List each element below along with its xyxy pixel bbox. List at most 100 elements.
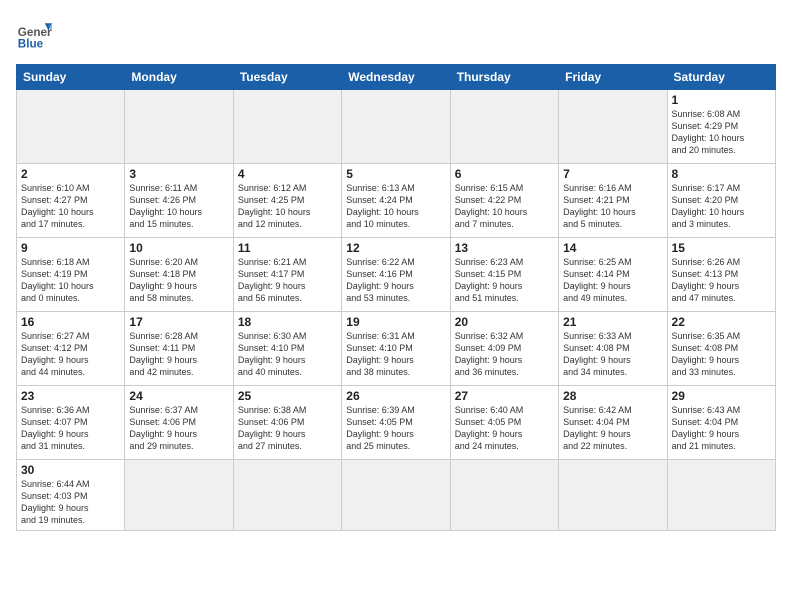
calendar-cell	[559, 90, 667, 164]
day-number: 10	[129, 241, 228, 255]
svg-text:Blue: Blue	[18, 38, 44, 51]
day-info: Sunrise: 6:27 AM Sunset: 4:12 PM Dayligh…	[21, 330, 120, 379]
day-number: 11	[238, 241, 337, 255]
day-info: Sunrise: 6:30 AM Sunset: 4:10 PM Dayligh…	[238, 330, 337, 379]
day-number: 18	[238, 315, 337, 329]
calendar-table: SundayMondayTuesdayWednesdayThursdayFrid…	[16, 64, 776, 531]
calendar-cell: 20Sunrise: 6:32 AM Sunset: 4:09 PM Dayli…	[450, 312, 558, 386]
calendar-cell	[17, 90, 125, 164]
logo: General Blue	[16, 16, 56, 52]
calendar-cell: 11Sunrise: 6:21 AM Sunset: 4:17 PM Dayli…	[233, 238, 341, 312]
day-info: Sunrise: 6:42 AM Sunset: 4:04 PM Dayligh…	[563, 404, 662, 453]
calendar-week-6: 30Sunrise: 6:44 AM Sunset: 4:03 PM Dayli…	[17, 460, 776, 531]
calendar-header-sunday: Sunday	[17, 65, 125, 90]
calendar-week-2: 2Sunrise: 6:10 AM Sunset: 4:27 PM Daylig…	[17, 164, 776, 238]
day-number: 7	[563, 167, 662, 181]
day-number: 16	[21, 315, 120, 329]
day-info: Sunrise: 6:12 AM Sunset: 4:25 PM Dayligh…	[238, 182, 337, 231]
page-container: General Blue SundayMondayTuesdayWednesda…	[0, 0, 792, 539]
calendar-cell	[559, 460, 667, 531]
calendar-cell	[125, 460, 233, 531]
day-number: 13	[455, 241, 554, 255]
calendar-week-1: 1Sunrise: 6:08 AM Sunset: 4:29 PM Daylig…	[17, 90, 776, 164]
calendar-header-monday: Monday	[125, 65, 233, 90]
day-number: 12	[346, 241, 445, 255]
calendar-cell: 18Sunrise: 6:30 AM Sunset: 4:10 PM Dayli…	[233, 312, 341, 386]
day-info: Sunrise: 6:25 AM Sunset: 4:14 PM Dayligh…	[563, 256, 662, 305]
day-number: 9	[21, 241, 120, 255]
calendar-cell: 19Sunrise: 6:31 AM Sunset: 4:10 PM Dayli…	[342, 312, 450, 386]
calendar-cell: 7Sunrise: 6:16 AM Sunset: 4:21 PM Daylig…	[559, 164, 667, 238]
day-number: 17	[129, 315, 228, 329]
day-number: 28	[563, 389, 662, 403]
day-info: Sunrise: 6:31 AM Sunset: 4:10 PM Dayligh…	[346, 330, 445, 379]
day-number: 19	[346, 315, 445, 329]
day-number: 29	[672, 389, 771, 403]
calendar-header-wednesday: Wednesday	[342, 65, 450, 90]
day-info: Sunrise: 6:43 AM Sunset: 4:04 PM Dayligh…	[672, 404, 771, 453]
day-info: Sunrise: 6:38 AM Sunset: 4:06 PM Dayligh…	[238, 404, 337, 453]
calendar-header-saturday: Saturday	[667, 65, 775, 90]
day-info: Sunrise: 6:26 AM Sunset: 4:13 PM Dayligh…	[672, 256, 771, 305]
calendar-week-4: 16Sunrise: 6:27 AM Sunset: 4:12 PM Dayli…	[17, 312, 776, 386]
calendar-cell: 6Sunrise: 6:15 AM Sunset: 4:22 PM Daylig…	[450, 164, 558, 238]
calendar-cell: 8Sunrise: 6:17 AM Sunset: 4:20 PM Daylig…	[667, 164, 775, 238]
day-info: Sunrise: 6:32 AM Sunset: 4:09 PM Dayligh…	[455, 330, 554, 379]
calendar-cell	[342, 90, 450, 164]
calendar-cell: 17Sunrise: 6:28 AM Sunset: 4:11 PM Dayli…	[125, 312, 233, 386]
calendar-header-thursday: Thursday	[450, 65, 558, 90]
calendar-cell: 9Sunrise: 6:18 AM Sunset: 4:19 PM Daylig…	[17, 238, 125, 312]
calendar-cell	[233, 460, 341, 531]
day-info: Sunrise: 6:20 AM Sunset: 4:18 PM Dayligh…	[129, 256, 228, 305]
day-info: Sunrise: 6:35 AM Sunset: 4:08 PM Dayligh…	[672, 330, 771, 379]
day-number: 22	[672, 315, 771, 329]
day-info: Sunrise: 6:44 AM Sunset: 4:03 PM Dayligh…	[21, 478, 120, 527]
day-info: Sunrise: 6:23 AM Sunset: 4:15 PM Dayligh…	[455, 256, 554, 305]
day-number: 1	[672, 93, 771, 107]
calendar-cell	[125, 90, 233, 164]
calendar-cell: 15Sunrise: 6:26 AM Sunset: 4:13 PM Dayli…	[667, 238, 775, 312]
day-number: 2	[21, 167, 120, 181]
calendar-cell: 1Sunrise: 6:08 AM Sunset: 4:29 PM Daylig…	[667, 90, 775, 164]
calendar-cell: 12Sunrise: 6:22 AM Sunset: 4:16 PM Dayli…	[342, 238, 450, 312]
calendar-cell	[667, 460, 775, 531]
calendar-cell: 16Sunrise: 6:27 AM Sunset: 4:12 PM Dayli…	[17, 312, 125, 386]
day-number: 3	[129, 167, 228, 181]
day-number: 27	[455, 389, 554, 403]
calendar-cell: 10Sunrise: 6:20 AM Sunset: 4:18 PM Dayli…	[125, 238, 233, 312]
day-number: 5	[346, 167, 445, 181]
day-number: 4	[238, 167, 337, 181]
day-number: 23	[21, 389, 120, 403]
day-info: Sunrise: 6:22 AM Sunset: 4:16 PM Dayligh…	[346, 256, 445, 305]
calendar-cell	[450, 90, 558, 164]
calendar-cell: 4Sunrise: 6:12 AM Sunset: 4:25 PM Daylig…	[233, 164, 341, 238]
calendar-cell: 24Sunrise: 6:37 AM Sunset: 4:06 PM Dayli…	[125, 386, 233, 460]
calendar-header-row: SundayMondayTuesdayWednesdayThursdayFrid…	[17, 65, 776, 90]
calendar-cell: 13Sunrise: 6:23 AM Sunset: 4:15 PM Dayli…	[450, 238, 558, 312]
calendar-cell: 25Sunrise: 6:38 AM Sunset: 4:06 PM Dayli…	[233, 386, 341, 460]
day-info: Sunrise: 6:40 AM Sunset: 4:05 PM Dayligh…	[455, 404, 554, 453]
calendar-cell: 5Sunrise: 6:13 AM Sunset: 4:24 PM Daylig…	[342, 164, 450, 238]
logo-icon: General Blue	[16, 16, 52, 52]
day-info: Sunrise: 6:36 AM Sunset: 4:07 PM Dayligh…	[21, 404, 120, 453]
day-info: Sunrise: 6:17 AM Sunset: 4:20 PM Dayligh…	[672, 182, 771, 231]
calendar-cell: 21Sunrise: 6:33 AM Sunset: 4:08 PM Dayli…	[559, 312, 667, 386]
calendar-cell: 3Sunrise: 6:11 AM Sunset: 4:26 PM Daylig…	[125, 164, 233, 238]
day-info: Sunrise: 6:16 AM Sunset: 4:21 PM Dayligh…	[563, 182, 662, 231]
calendar-cell	[233, 90, 341, 164]
day-number: 14	[563, 241, 662, 255]
day-info: Sunrise: 6:37 AM Sunset: 4:06 PM Dayligh…	[129, 404, 228, 453]
calendar-cell: 30Sunrise: 6:44 AM Sunset: 4:03 PM Dayli…	[17, 460, 125, 531]
calendar-header-tuesday: Tuesday	[233, 65, 341, 90]
calendar-cell: 14Sunrise: 6:25 AM Sunset: 4:14 PM Dayli…	[559, 238, 667, 312]
day-info: Sunrise: 6:11 AM Sunset: 4:26 PM Dayligh…	[129, 182, 228, 231]
day-number: 30	[21, 463, 120, 477]
calendar-cell	[342, 460, 450, 531]
day-number: 6	[455, 167, 554, 181]
day-number: 20	[455, 315, 554, 329]
day-number: 15	[672, 241, 771, 255]
day-info: Sunrise: 6:39 AM Sunset: 4:05 PM Dayligh…	[346, 404, 445, 453]
day-info: Sunrise: 6:21 AM Sunset: 4:17 PM Dayligh…	[238, 256, 337, 305]
header: General Blue	[16, 16, 776, 52]
day-info: Sunrise: 6:28 AM Sunset: 4:11 PM Dayligh…	[129, 330, 228, 379]
